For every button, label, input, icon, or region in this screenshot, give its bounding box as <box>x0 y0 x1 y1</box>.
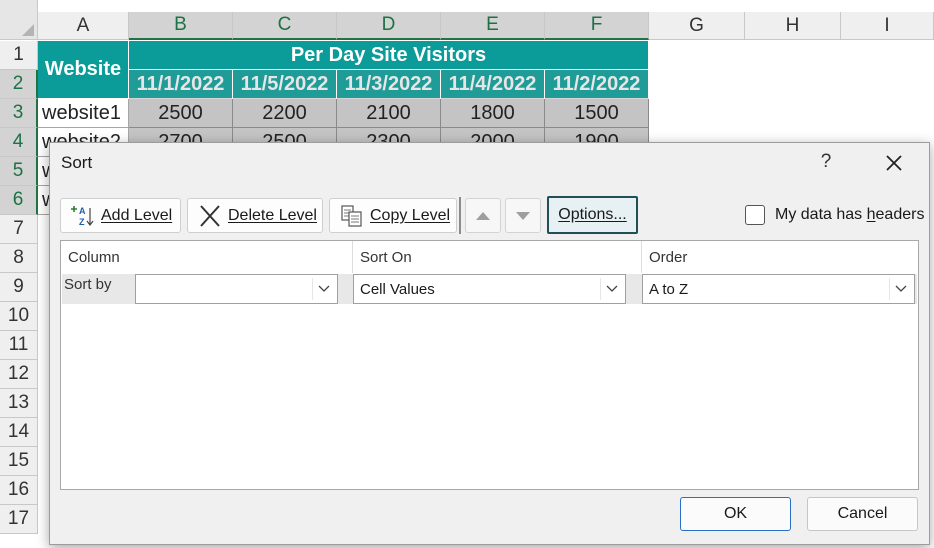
row-header-1[interactable]: 1 <box>0 41 38 70</box>
row-header-10[interactable]: 10 <box>0 302 38 331</box>
sort-on-heading: Sort On <box>353 241 642 273</box>
sort-by-label: Sort by <box>64 276 112 293</box>
sort-on-value: Cell Values <box>360 280 435 298</box>
delete-level-label: Delete Level <box>228 206 317 224</box>
value-cell-e3[interactable]: 1800 <box>441 99 545 128</box>
column-header-b[interactable]: B <box>129 12 233 40</box>
delete-level-button[interactable]: Delete Level <box>187 198 323 233</box>
column-header-f[interactable]: F <box>545 12 649 40</box>
chevron-down-icon <box>600 278 622 300</box>
svg-text:Z: Z <box>79 217 85 227</box>
add-level-label: Add Level <box>101 206 173 224</box>
row-header-5[interactable]: 5 <box>0 157 38 186</box>
date-cell-d2[interactable]: 11/3/2022 <box>337 70 441 99</box>
sort-on-select[interactable]: Cell Values <box>353 274 626 304</box>
close-icon <box>886 155 902 171</box>
column-heading: Column <box>61 241 353 273</box>
website-header-cell[interactable]: Website <box>38 41 129 99</box>
copy-level-button[interactable]: Copy Level <box>329 198 457 233</box>
my-data-has-headers-toggle[interactable]: My data has headers <box>745 205 924 225</box>
row-header-6[interactable]: 6 <box>0 186 38 215</box>
close-button[interactable] <box>880 149 908 177</box>
row-header-11[interactable]: 11 <box>0 331 38 360</box>
chevron-down-icon <box>889 278 911 300</box>
order-value: A to Z <box>649 280 689 298</box>
row-header-14[interactable]: 14 <box>0 418 38 447</box>
options-label: Options... <box>558 206 627 223</box>
row-header-8[interactable]: 8 <box>0 244 38 273</box>
row-header-13[interactable]: 13 <box>0 389 38 418</box>
my-data-has-headers-checkbox[interactable] <box>745 205 765 225</box>
row-header-7[interactable]: 7 <box>0 215 38 244</box>
column-header-h[interactable]: H <box>745 12 841 40</box>
value-cell-d3[interactable]: 2100 <box>337 99 441 128</box>
copy-level-label: Copy Level <box>370 206 451 224</box>
copy-level-icon <box>340 204 364 228</box>
column-header-g[interactable]: G <box>649 12 745 40</box>
row-header-17[interactable]: 17 <box>0 505 38 534</box>
order-select[interactable]: A to Z <box>642 274 915 304</box>
date-cell-e2[interactable]: 11/4/2022 <box>441 70 545 99</box>
dialog-title: Sort <box>61 153 93 172</box>
column-header-a[interactable]: A <box>38 12 129 40</box>
date-cell-c2[interactable]: 11/5/2022 <box>233 70 337 99</box>
column-header-c[interactable]: C <box>233 12 337 40</box>
options-button[interactable]: Options... <box>547 196 638 234</box>
sort-levels-grid: Column Sort On Order Sort by Cell Values… <box>60 240 919 490</box>
row-header-9[interactable]: 9 <box>0 273 38 302</box>
row-header-2[interactable]: 2 <box>0 70 38 99</box>
select-all-triangle <box>22 24 34 36</box>
chevron-down-icon <box>312 278 334 300</box>
delete-level-icon <box>198 204 222 228</box>
move-up-button[interactable] <box>465 198 501 233</box>
select-all-corner[interactable] <box>0 0 38 40</box>
toolbar-separator <box>459 197 461 234</box>
title-cell[interactable]: Per Day Site Visitors <box>129 41 649 70</box>
value-cell-c3[interactable]: 2200 <box>233 99 337 128</box>
add-level-button[interactable]: A Z Add Level <box>60 198 181 233</box>
move-down-button[interactable] <box>505 198 541 233</box>
value-cell-b3[interactable]: 2500 <box>129 99 233 128</box>
move-up-icon <box>476 211 490 220</box>
row-header-16[interactable]: 16 <box>0 476 38 505</box>
column-header-i[interactable]: I <box>841 12 934 40</box>
value-cell-f3[interactable]: 1500 <box>545 99 649 128</box>
column-header-d[interactable]: D <box>337 12 441 40</box>
row-header-3[interactable]: 3 <box>0 99 38 128</box>
order-heading: Order <box>642 241 918 273</box>
date-cell-b2[interactable]: 11/1/2022 <box>129 70 233 99</box>
move-down-icon <box>516 211 530 220</box>
cancel-button[interactable]: Cancel <box>807 497 918 531</box>
website-cell-a3[interactable]: website1 <box>38 99 129 128</box>
column-header-e[interactable]: E <box>441 12 545 40</box>
svg-text:A: A <box>79 206 86 216</box>
row-header-12[interactable]: 12 <box>0 360 38 389</box>
date-cell-f2[interactable]: 11/2/2022 <box>545 70 649 99</box>
sort-column-select[interactable] <box>135 274 338 304</box>
help-button[interactable]: ? <box>816 151 836 173</box>
ok-button[interactable]: OK <box>680 497 791 531</box>
row-header-15[interactable]: 15 <box>0 447 38 476</box>
sort-dialog: Sort ? A Z Add Level Delete Level Copy L… <box>49 142 930 545</box>
row-header-4[interactable]: 4 <box>0 128 38 157</box>
my-data-has-headers-label: My data has headers <box>775 206 925 223</box>
add-level-icon: A Z <box>71 204 95 228</box>
